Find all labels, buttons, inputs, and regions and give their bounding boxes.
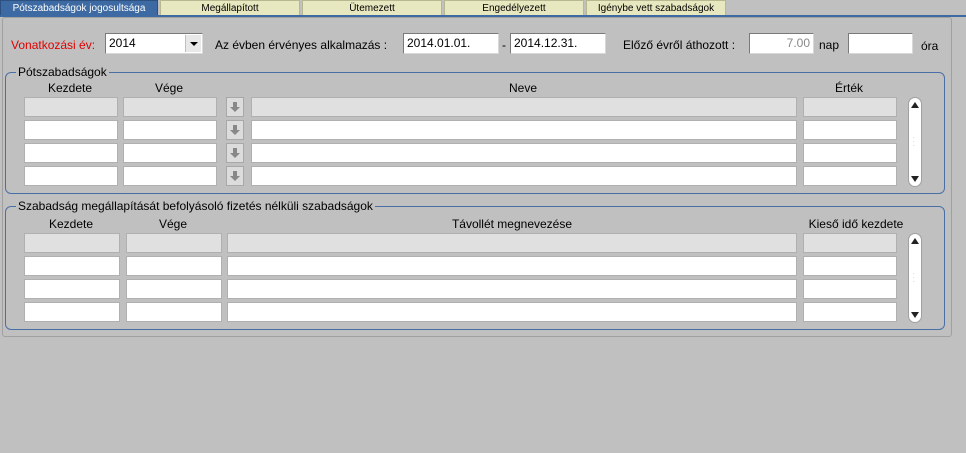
arrow-down-button[interactable] bbox=[226, 143, 244, 163]
row-cell-start[interactable] bbox=[24, 97, 118, 117]
arrow-down-icon bbox=[230, 148, 240, 158]
unpaid-leave-group: Szabadság megállapítását befolyásoló fiz… bbox=[5, 199, 945, 330]
tab-megallapitott[interactable]: Megállapított bbox=[160, 0, 300, 16]
ora-label: óra bbox=[921, 39, 939, 53]
row-cell-end[interactable] bbox=[126, 302, 222, 322]
row-cell-end[interactable] bbox=[126, 279, 222, 299]
row-cell-end[interactable] bbox=[126, 233, 222, 253]
carry-days-field[interactable]: 7.00 bbox=[749, 33, 814, 54]
row-cell-value[interactable] bbox=[803, 166, 897, 186]
row-cell-lost-start[interactable] bbox=[803, 233, 897, 253]
row-cell-start[interactable] bbox=[24, 302, 120, 322]
row-cell-absence[interactable] bbox=[227, 279, 797, 299]
nap-label: nap bbox=[819, 38, 840, 52]
col-kieso-ido-kezdete: Kieső idő kezdete bbox=[808, 217, 904, 231]
year-value: 2014 bbox=[109, 36, 136, 50]
arrow-down-button[interactable] bbox=[226, 120, 244, 140]
tab-igenybe-vett-szabadsagok[interactable]: Igénybe vett szabadságok bbox=[586, 0, 726, 16]
arrow-down-icon bbox=[230, 171, 240, 181]
row-cell-end[interactable] bbox=[123, 166, 217, 186]
employment-label: Az évben érvényes alkalmazás : bbox=[215, 38, 388, 52]
row-cell-absence[interactable] bbox=[227, 302, 797, 322]
scroll-down-icon[interactable] bbox=[910, 174, 920, 184]
col-kezdete: Kezdete bbox=[47, 81, 93, 95]
col-kezdete: Kezdete bbox=[48, 217, 94, 231]
tab-potszabadsagok-jogosultsaga[interactable]: Pótszabadságok jogosultsága bbox=[0, 0, 158, 16]
unpaid-leave-title: Szabadság megállapítását befolyásoló fiz… bbox=[16, 199, 375, 213]
scroll-grip-icon: ∙ ∙ ∙ bbox=[913, 135, 915, 149]
col-tavollet-megnevezese: Távollét megnevezése bbox=[451, 217, 573, 231]
row-cell-start[interactable] bbox=[24, 256, 120, 276]
chevron-down-icon[interactable] bbox=[185, 35, 201, 52]
row-cell-start[interactable] bbox=[24, 279, 120, 299]
row-cell-start[interactable] bbox=[24, 166, 118, 186]
year-label: Vonatkozási év: bbox=[11, 38, 96, 52]
row-cell-start[interactable] bbox=[24, 143, 118, 163]
row-cell-end[interactable] bbox=[126, 256, 222, 276]
row-cell-value[interactable] bbox=[803, 97, 897, 117]
row-cell-lost-start[interactable] bbox=[803, 279, 897, 299]
col-vege: Vége bbox=[158, 217, 188, 231]
tab-engedelyezett[interactable]: Engedélyezett bbox=[444, 0, 584, 16]
row-cell-end[interactable] bbox=[123, 97, 217, 117]
scroll-grip-icon: ∙ ∙ ∙ bbox=[913, 271, 915, 285]
arrow-down-icon bbox=[230, 125, 240, 135]
date-to-field[interactable]: 2014.12.31. bbox=[510, 33, 606, 54]
date-from-field[interactable]: 2014.01.01. bbox=[403, 33, 499, 54]
tab-bar: Pótszabadságok jogosultsága Megállapítot… bbox=[0, 0, 966, 16]
scroll-down-icon[interactable] bbox=[910, 310, 920, 320]
row-cell-lost-start[interactable] bbox=[803, 302, 897, 322]
row-cell-end[interactable] bbox=[123, 120, 217, 140]
row-cell-absence[interactable] bbox=[227, 256, 797, 276]
scrollbar[interactable]: ∙ ∙ ∙ bbox=[908, 97, 922, 187]
row-cell-value[interactable] bbox=[803, 120, 897, 140]
scrollbar[interactable]: ∙ ∙ ∙ bbox=[908, 233, 922, 323]
scroll-up-icon[interactable] bbox=[910, 100, 920, 110]
extra-leave-title: Pótszabadságok bbox=[16, 65, 109, 79]
row-cell-name[interactable] bbox=[251, 120, 797, 140]
col-vege: Vége bbox=[154, 81, 184, 95]
main-panel: Vonatkozási év: 2014 Az évben érvényes a… bbox=[2, 17, 952, 337]
row-cell-absence[interactable] bbox=[227, 233, 797, 253]
col-ertek: Érték bbox=[834, 81, 863, 95]
row-cell-lost-start[interactable] bbox=[803, 256, 897, 276]
arrow-down-button[interactable] bbox=[226, 166, 244, 186]
carry-label: Előző évről áthozott : bbox=[623, 38, 736, 52]
row-cell-name[interactable] bbox=[251, 166, 797, 186]
carry-hours-field[interactable] bbox=[848, 33, 913, 54]
row-cell-value[interactable] bbox=[803, 143, 897, 163]
extra-leave-group: Pótszabadságok Kezdete Vége Neve Érték ∙… bbox=[5, 65, 945, 194]
scroll-up-icon[interactable] bbox=[910, 236, 920, 246]
tab-utemezett[interactable]: Ütemezett bbox=[302, 0, 442, 16]
date-separator: - bbox=[502, 38, 506, 52]
row-cell-start[interactable] bbox=[24, 233, 120, 253]
arrow-down-button[interactable] bbox=[226, 97, 244, 117]
row-cell-start[interactable] bbox=[24, 120, 118, 140]
arrow-down-icon bbox=[230, 102, 240, 112]
year-select[interactable]: 2014 bbox=[105, 33, 203, 54]
row-cell-name[interactable] bbox=[251, 97, 797, 117]
row-cell-end[interactable] bbox=[123, 143, 217, 163]
col-neve: Neve bbox=[508, 81, 537, 95]
row-cell-name[interactable] bbox=[251, 143, 797, 163]
